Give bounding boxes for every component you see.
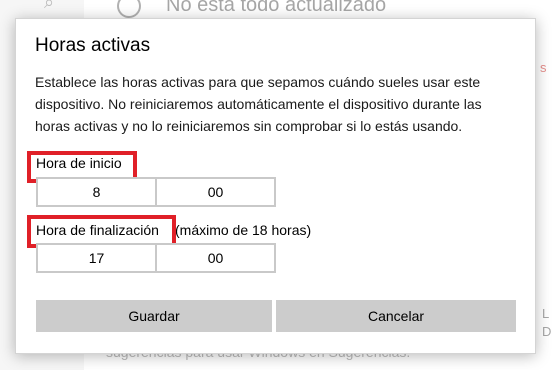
dialog-title: Horas activas: [35, 35, 151, 56]
start-hour-cell[interactable]: 8: [38, 179, 155, 205]
end-time-picker[interactable]: 17 00: [36, 243, 276, 273]
active-hours-dialog: Horas activas Establece las horas activa…: [15, 18, 536, 354]
end-time-hint: (máximo de 18 horas): [175, 222, 312, 238]
dialog-description: Establece las horas activas para que sep…: [35, 74, 482, 134]
start-time-picker[interactable]: 8 00: [36, 177, 276, 207]
end-minute-cell[interactable]: 00: [155, 245, 274, 271]
save-button[interactable]: Guardar: [36, 300, 272, 332]
end-hour-cell[interactable]: 17: [38, 245, 155, 271]
cancel-button[interactable]: Cancelar: [276, 300, 516, 332]
start-minute-cell[interactable]: 00: [155, 179, 274, 205]
